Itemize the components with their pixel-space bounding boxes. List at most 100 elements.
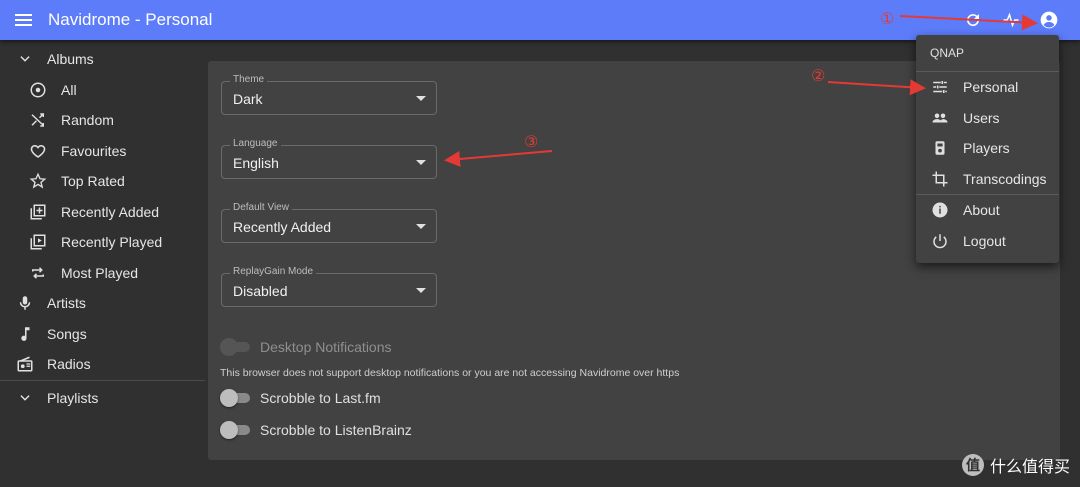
activity-pulse-icon (1003, 12, 1019, 28)
heart-icon (28, 141, 48, 161)
menu-item-users[interactable]: Users (916, 103, 1059, 134)
sidebar-item-label: Playlists (47, 389, 99, 406)
sidebar-item-label: Recently Played (61, 234, 163, 251)
sidebar-item-random[interactable]: Random (0, 105, 205, 136)
sidebar-item-most-played[interactable]: Most Played (0, 258, 205, 289)
menu-item-logout[interactable]: Logout (916, 226, 1059, 257)
sidebar-item-label: All (61, 81, 77, 98)
scrobble-listenbrainz-toggle[interactable] (220, 421, 250, 439)
sidebar: Albums All Random Favourites Top Rated R… (0, 44, 205, 487)
crop-icon (930, 169, 950, 189)
repeat-icon (28, 263, 48, 283)
theme-value: Dark (233, 91, 263, 107)
annotation-number-2: ② (811, 66, 826, 85)
sidebar-item-albums[interactable]: Albums (0, 44, 205, 75)
refresh-icon (967, 14, 980, 27)
desktop-notifications-toggle[interactable] (220, 338, 250, 356)
sidebar-item-label: Favourites (61, 142, 127, 159)
replaygain-value: Disabled (233, 283, 288, 299)
sidebar-item-recently-played[interactable]: Recently Played (0, 227, 205, 258)
menu-item-label: Transcodings (963, 170, 1047, 187)
sidebar-item-label: Songs (47, 325, 87, 342)
menu-item-label: Personal (963, 79, 1019, 96)
activity-button[interactable] (998, 7, 1024, 33)
menu-item-transcodings[interactable]: Transcodings (916, 164, 1059, 195)
language-label: Language (230, 138, 281, 149)
dropdown-arrow-icon (416, 96, 426, 101)
dropdown-arrow-icon (416, 160, 426, 165)
scrobble-lastfm-label: Scrobble to Last.fm (260, 390, 381, 406)
user-menu-username: QNAP (930, 46, 965, 60)
desktop-notifications-label: Desktop Notifications (260, 339, 392, 355)
sidebar-item-label: Most Played (61, 264, 139, 281)
shuffle-icon (28, 110, 48, 130)
language-value: English (233, 155, 279, 171)
album-disc-icon (28, 80, 48, 100)
sidebar-item-playlists[interactable]: Playlists (0, 383, 205, 414)
language-select[interactable]: Language English (221, 138, 437, 179)
default-view-select[interactable]: Default View Recently Added (221, 202, 437, 243)
sidebar-item-label: Recently Added (61, 203, 160, 220)
library-add-icon (28, 202, 48, 222)
menu-item-label: Players (963, 140, 1010, 157)
menu-item-label: Logout (963, 232, 1006, 249)
sidebar-item-artists[interactable]: Artists (0, 288, 205, 319)
watermark-logo: 值 (961, 454, 984, 476)
menu-item-about[interactable]: About (916, 195, 1059, 226)
user-account-button[interactable] (1036, 7, 1062, 33)
dropdown-arrow-icon (416, 288, 426, 293)
sidebar-item-top-rated[interactable]: Top Rated (0, 166, 205, 197)
menu-item-players[interactable]: Players (916, 133, 1059, 164)
sidebar-item-favourites[interactable]: Favourites (0, 136, 205, 167)
user-menu: QNAP Personal Users Players Transcodings… (916, 35, 1059, 263)
sidebar-item-label: Radios (47, 356, 91, 373)
hamburger-menu-button[interactable] (0, 0, 48, 40)
account-circle-icon (1040, 11, 1058, 29)
sidebar-item-label: Artists (47, 295, 86, 312)
scrobble-lastfm-row: Scrobble to Last.fm (220, 389, 381, 407)
menu-item-personal[interactable]: Personal (916, 72, 1059, 103)
library-play-icon (28, 232, 48, 252)
app-title: Navidrome - Personal (48, 10, 213, 29)
annotation-number-3: ③ (524, 132, 539, 151)
watermark-text: 什么值得买 (989, 459, 1070, 476)
watermark: 值 什么值得买 (961, 453, 1070, 477)
people-icon (930, 108, 950, 128)
replaygain-select[interactable]: ReplayGain Mode Disabled (221, 266, 437, 307)
default-view-value: Recently Added (233, 219, 332, 235)
microphone-icon (15, 293, 35, 313)
sidebar-item-recently-added[interactable]: Recently Added (0, 197, 205, 228)
menu-item-label: About (963, 202, 1000, 219)
dropdown-arrow-icon (416, 224, 426, 229)
menu-icon (15, 14, 32, 26)
power-icon (930, 231, 950, 251)
sidebar-item-songs[interactable]: Songs (0, 319, 205, 350)
scrobble-listenbrainz-row: Scrobble to ListenBrainz (220, 421, 412, 439)
sidebar-item-label: Random (61, 112, 114, 129)
sidebar-item-radios[interactable]: Radios (0, 349, 205, 380)
annotation-number-1: ① (880, 9, 895, 28)
theme-label: Theme (230, 74, 268, 85)
sidebar-item-all[interactable]: All (0, 75, 205, 106)
scrobble-listenbrainz-label: Scrobble to ListenBrainz (260, 422, 412, 438)
player-icon (930, 138, 950, 158)
sidebar-divider (0, 379, 205, 381)
default-view-label: Default View (230, 202, 292, 213)
desktop-notifications-row: Desktop Notifications (220, 338, 392, 356)
menu-item-label: Users (963, 109, 1000, 126)
sidebar-item-label: Top Rated (61, 173, 125, 190)
app-bar: Navidrome - Personal (0, 0, 1080, 40)
star-icon (28, 171, 48, 191)
music-note-icon (15, 324, 35, 344)
theme-select[interactable]: Theme Dark (221, 74, 437, 115)
tune-icon (930, 77, 950, 97)
refresh-button[interactable] (960, 7, 986, 33)
chevron-down-icon (15, 49, 35, 69)
replaygain-label: ReplayGain Mode (230, 266, 317, 277)
sidebar-item-label: Albums (47, 51, 94, 68)
scrobble-lastfm-toggle[interactable] (220, 389, 250, 407)
radio-icon (15, 354, 35, 374)
info-icon (930, 200, 950, 220)
chevron-down-icon (15, 388, 35, 408)
notifications-warning-text: This browser does not support desktop no… (220, 367, 680, 379)
